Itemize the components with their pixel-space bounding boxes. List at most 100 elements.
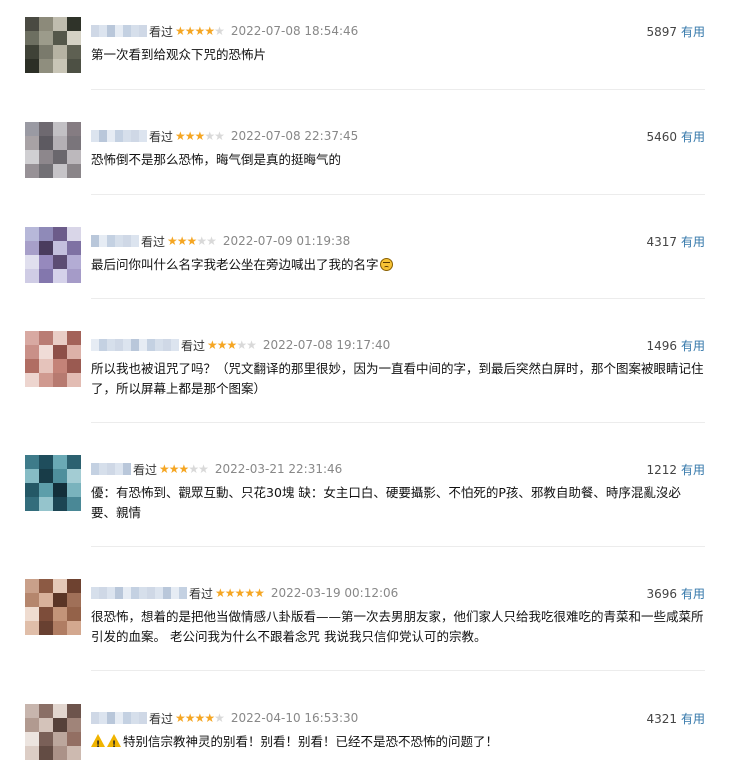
rating-stars: ★ ★ ★ ★ ★ xyxy=(175,24,225,38)
useful-button[interactable]: 有用 xyxy=(681,235,705,249)
star-icon: ★ xyxy=(196,234,207,248)
warning-icon xyxy=(91,734,105,755)
user-avatar[interactable] xyxy=(25,17,81,73)
star-icon: ★ xyxy=(214,24,225,38)
vote-count: 1212 xyxy=(646,463,677,477)
user-avatar[interactable] xyxy=(25,227,81,283)
username-blurred[interactable] xyxy=(91,339,179,351)
comment-meta: 看过 ★ ★ ★ ★ ★ 2022-07-09 01:19:38 xyxy=(91,233,350,249)
comment-body: 特别信宗教神灵的别看！别看！别看！已经不是恐不恐怖的问题了！ xyxy=(123,734,499,749)
comment-time: 2022-03-21 22:31:46 xyxy=(214,462,343,476)
star-icon: ★ xyxy=(176,234,188,248)
comment-text: 很恐怖，想着的是把他当做情感八卦版看——第一次去男朋友家，他们家人只给我吃很难吃… xyxy=(91,607,705,647)
user-avatar[interactable] xyxy=(25,122,81,178)
vote-area: 5460 有用 xyxy=(646,128,705,145)
star-icon: ★ xyxy=(175,24,186,38)
username-blurred[interactable] xyxy=(91,25,147,37)
comment-time: 2022-07-08 22:37:45 xyxy=(230,129,359,143)
comment-meta: 看过 ★ ★ ★ ★ ★ 2022-03-19 00:12:06 xyxy=(91,585,398,601)
username-blurred[interactable] xyxy=(91,587,187,599)
star-icon: ★ xyxy=(224,586,236,600)
star-icon: ★ xyxy=(184,711,196,725)
username-blurred[interactable] xyxy=(91,130,147,142)
comment-text: 特别信宗教神灵的别看！别看！别看！已经不是恐不恐怖的问题了！ xyxy=(91,732,705,755)
rating-stars: ★ ★ ★ ★ ★ xyxy=(207,338,257,352)
useful-button[interactable]: 有用 xyxy=(681,25,705,39)
useful-button[interactable]: 有用 xyxy=(681,587,705,601)
star-icon: ★ xyxy=(254,586,265,600)
comment-meta: 看过 ★ ★ ★ ★ ★ 2022-07-08 19:17:40 xyxy=(91,337,390,353)
username-blurred[interactable] xyxy=(91,463,131,475)
vote-count: 3696 xyxy=(646,587,677,601)
star-icon: ★ xyxy=(159,462,170,476)
vote-area: 5897 有用 xyxy=(646,23,705,40)
watched-status: 看过 xyxy=(181,338,206,353)
user-avatar[interactable] xyxy=(25,704,81,760)
comment-divider xyxy=(91,670,705,671)
star-icon: ★ xyxy=(204,129,215,143)
rating-stars: ★ ★ ★ ★ ★ xyxy=(175,129,225,143)
user-avatar[interactable] xyxy=(25,579,81,635)
comment-time: 2022-04-10 16:53:30 xyxy=(230,711,359,725)
comment-body: 很恐怖，想着的是把他当做情感八卦版看——第一次去男朋友家，他们家人只给我吃很难吃… xyxy=(91,609,704,644)
username-blurred[interactable] xyxy=(91,235,139,247)
user-avatar[interactable] xyxy=(25,331,81,387)
star-icon: ★ xyxy=(175,711,186,725)
watched-status: 看过 xyxy=(141,234,166,249)
comment-text: 所以我也被诅咒了吗？（咒文翻译的那里很妙，因为一直看中间的字，到最后突然白屏时，… xyxy=(91,359,705,399)
star-icon: ★ xyxy=(226,338,238,352)
vote-area: 4321 有用 xyxy=(646,710,705,727)
comment-divider xyxy=(91,546,705,547)
star-icon: ★ xyxy=(194,711,206,725)
warning-icon xyxy=(107,734,121,755)
comment-meta: 看过 ★ ★ ★ ★ ★ 2022-04-10 16:53:30 xyxy=(91,710,358,726)
comment-meta: 看过 ★ ★ ★ ★ ★ 2022-03-21 22:31:46 xyxy=(91,461,342,477)
user-avatar[interactable] xyxy=(25,455,81,511)
star-icon: ★ xyxy=(207,338,218,352)
comment-body: 所以我也被诅咒了吗？（咒文翻译的那里很妙，因为一直看中间的字，到最后突然白屏时，… xyxy=(91,361,704,396)
useful-button[interactable]: 有用 xyxy=(681,339,705,353)
useful-button[interactable]: 有用 xyxy=(681,130,705,144)
comment-text: 第一次看到给观众下咒的恐怖片 xyxy=(91,45,705,65)
watched-status: 看过 xyxy=(149,711,174,726)
star-icon: ★ xyxy=(168,462,180,476)
comment-time: 2022-07-08 18:54:46 xyxy=(230,24,359,38)
watched-status: 看过 xyxy=(133,462,158,477)
star-icon: ★ xyxy=(175,129,186,143)
useful-button[interactable]: 有用 xyxy=(681,712,705,726)
rating-stars: ★ ★ ★ ★ ★ xyxy=(215,586,265,600)
star-icon: ★ xyxy=(214,711,225,725)
vote-count: 5897 xyxy=(646,25,677,39)
comment-text: 最后问你叫什么名字我老公坐在旁边喊出了我的名字 xyxy=(91,255,705,275)
useful-button[interactable]: 有用 xyxy=(681,463,705,477)
vote-count: 1496 xyxy=(646,339,677,353)
comment-meta: 看过 ★ ★ ★ ★ ★ 2022-07-08 22:37:45 xyxy=(91,128,358,144)
comment-body: 優：有恐怖到、觀眾互動、只花30塊 缺：女主口白、硬要攝影、不怕死的P孩、邪教自… xyxy=(91,485,681,520)
comment-body: 第一次看到给观众下咒的恐怖片 xyxy=(91,47,267,62)
comment-meta: 看过 ★ ★ ★ ★ ★ 2022-07-08 18:54:46 xyxy=(91,23,358,39)
comment-text: 優：有恐怖到、觀眾互動、只花30塊 缺：女主口白、硬要攝影、不怕死的P孩、邪教自… xyxy=(91,483,705,523)
comment-body: 最后问你叫什么名字我老公坐在旁边喊出了我的名字 xyxy=(91,257,379,272)
star-icon: ★ xyxy=(194,129,206,143)
comment-time: 2022-07-09 01:19:38 xyxy=(222,234,351,248)
comment-time: 2022-07-08 19:17:40 xyxy=(262,338,391,352)
upside-down-face-emoji xyxy=(379,258,393,271)
vote-count: 4317 xyxy=(646,235,677,249)
comment-divider xyxy=(91,298,705,299)
star-icon: ★ xyxy=(215,586,226,600)
vote-area: 1212 有用 xyxy=(646,461,705,478)
star-icon: ★ xyxy=(194,24,206,38)
star-icon: ★ xyxy=(216,338,228,352)
username-blurred[interactable] xyxy=(91,712,147,724)
star-icon: ★ xyxy=(184,129,196,143)
comment-text: 恐怖倒不是那么恐怖，晦气倒是真的挺晦气的 xyxy=(91,150,705,170)
star-icon: ★ xyxy=(167,234,178,248)
rating-stars: ★ ★ ★ ★ ★ xyxy=(159,462,209,476)
comment-time: 2022-03-19 00:12:06 xyxy=(270,586,399,600)
watched-status: 看过 xyxy=(149,129,174,144)
star-icon: ★ xyxy=(204,24,215,38)
watched-status: 看过 xyxy=(189,586,214,601)
star-icon: ★ xyxy=(184,24,196,38)
star-icon: ★ xyxy=(204,711,215,725)
star-icon: ★ xyxy=(214,129,225,143)
